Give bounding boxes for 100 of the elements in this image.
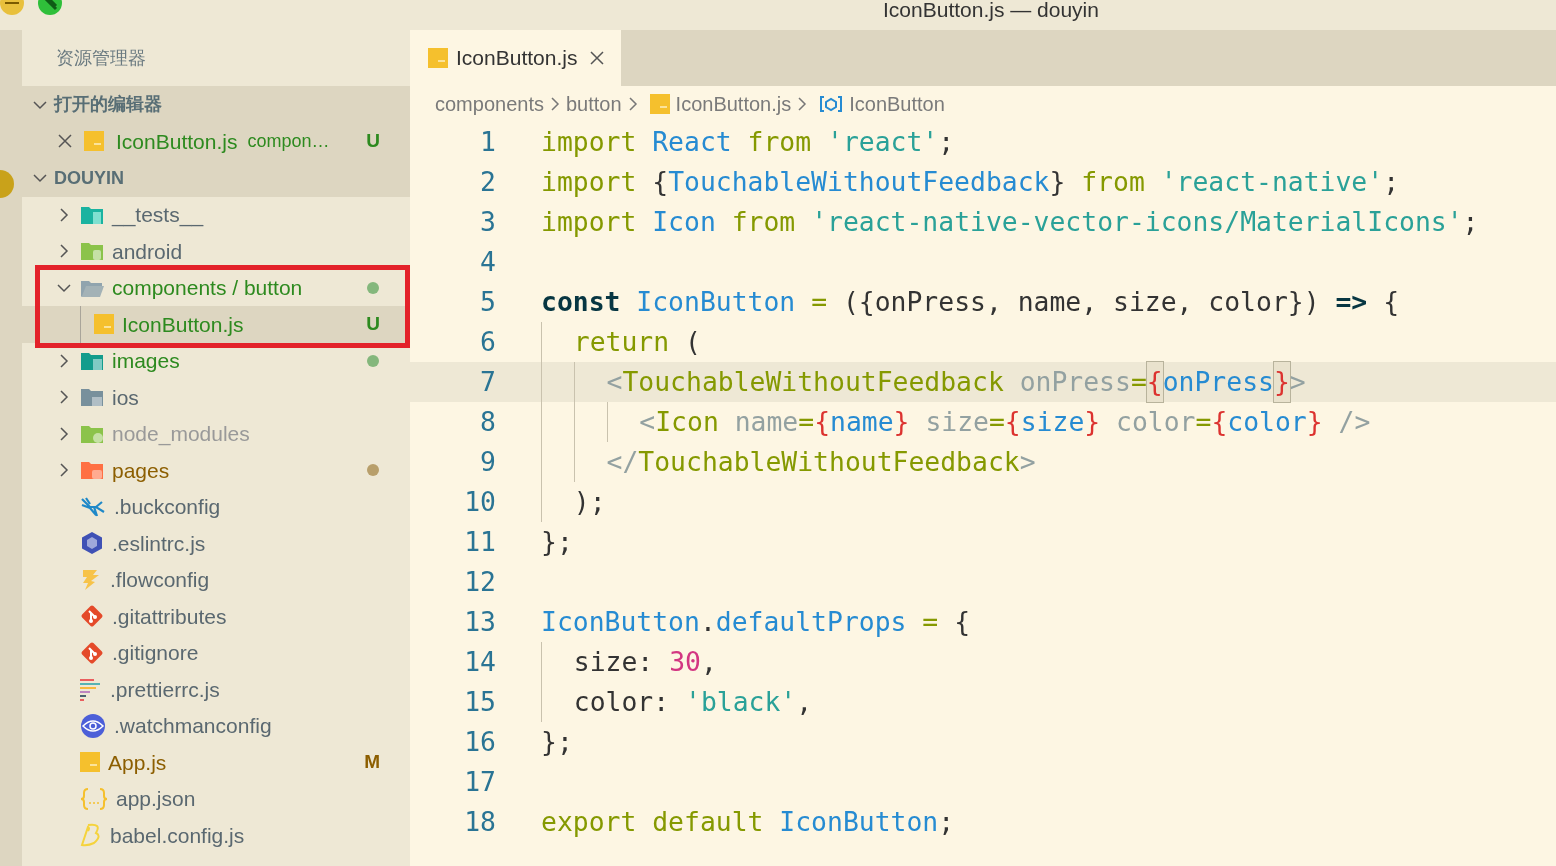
section-header[interactable]: DOUYIN xyxy=(22,159,410,197)
line-number: 15 xyxy=(463,685,496,720)
folder-item[interactable]: components / button xyxy=(22,269,410,306)
line-number: 16 xyxy=(463,725,496,760)
line-number: 1 xyxy=(479,125,496,160)
braces-icon xyxy=(80,786,108,811)
file-name: babel.config.js xyxy=(110,822,245,849)
folder-icon xyxy=(80,240,104,263)
folder-item[interactable]: ios xyxy=(22,379,410,416)
line-number: 4 xyxy=(479,245,496,280)
file-item[interactable]: .gitattributes xyxy=(22,598,410,635)
folder-name: __tests__ xyxy=(112,202,204,229)
folder-item[interactable]: images xyxy=(22,342,410,379)
file-name: app.json xyxy=(116,786,196,812)
code-line: import Icon from 'react-native-vector-icons/MaterialIcons'; xyxy=(540,205,1479,240)
folder-icon xyxy=(80,459,104,482)
file-path: compon… xyxy=(247,129,330,153)
editor-tab[interactable]: IconButton.js xyxy=(410,30,622,86)
line-number: 11 xyxy=(463,525,496,560)
line-number: 7 xyxy=(479,365,496,400)
line-number: 6 xyxy=(479,325,496,360)
code-line: color: 'black', xyxy=(496,682,813,722)
file-name: App.js xyxy=(108,749,167,776)
chevron-icon xyxy=(627,96,638,112)
activity-badge xyxy=(0,170,14,198)
file-name: IconButton.js xyxy=(122,311,244,338)
folder-name: images xyxy=(112,348,180,374)
symbol-icon xyxy=(819,94,844,114)
window-title: IconButton.js — douyin xyxy=(883,0,1099,23)
chevron-icon xyxy=(549,96,560,112)
eye-icon xyxy=(80,712,106,739)
sidebar-title: 资源管理器 xyxy=(55,46,147,70)
file-name: .flowconfig xyxy=(110,567,210,593)
folder-item[interactable]: android xyxy=(22,233,410,270)
file-name: IconButton.js xyxy=(116,128,238,155)
code-line: <TouchableWithoutFeedback onPress={onPress}> xyxy=(496,362,1306,402)
js-file-icon xyxy=(80,752,100,773)
breadcrumb-item[interactable]: button xyxy=(565,89,622,119)
prettier-icon xyxy=(80,677,102,702)
line-number: 3 xyxy=(479,205,496,240)
code-line: <Icon name={name} size={size} color={color} /> xyxy=(496,402,1371,442)
file-item[interactable]: .eslintrc.js xyxy=(22,525,410,562)
folder-name: ios xyxy=(112,384,139,411)
file-item[interactable]: babel.config.js xyxy=(22,817,410,854)
js-file-icon xyxy=(428,48,448,68)
close-icon[interactable] xyxy=(589,50,606,66)
line-number: 13 xyxy=(463,605,496,640)
code-line: import React from 'react'; xyxy=(540,125,955,160)
folder-name: components / button xyxy=(112,275,303,301)
breadcrumb-item[interactable]: components xyxy=(435,89,544,119)
babel-icon xyxy=(80,823,102,848)
hexagon-icon xyxy=(80,531,104,556)
line-number: 2 xyxy=(479,165,496,200)
code-line: size: 30, xyxy=(496,642,717,682)
open-editor-item[interactable]: IconButton.js compon… U xyxy=(22,123,410,160)
js-file-icon xyxy=(84,131,104,152)
line-number: 12 xyxy=(463,565,496,600)
file-name: .prettierrc.js xyxy=(110,676,220,703)
code-line: const IconButton = ({onPress, name, size, color}) => { xyxy=(540,285,1399,320)
js-file-icon xyxy=(649,94,670,114)
chevron-icon xyxy=(797,96,808,112)
code-line: import {TouchableWithoutFeedback} from 'react-native'; xyxy=(540,165,1400,200)
file-item[interactable]: .buckconfig xyxy=(22,488,410,525)
antler-icon xyxy=(80,495,106,518)
git-status: U xyxy=(366,312,380,336)
line-number: 17 xyxy=(463,765,496,800)
file-name: .gitattributes xyxy=(112,603,227,630)
folder-icon xyxy=(80,386,104,409)
file-item[interactable]: App.js M xyxy=(22,744,410,781)
section-header[interactable]: 打开的编辑器 xyxy=(22,86,410,123)
folder-name: pages xyxy=(112,457,170,484)
code-line: </TouchableWithoutFeedback> xyxy=(496,442,1036,482)
code-line: }; xyxy=(540,525,573,560)
code-line: IconButton.defaultProps = { xyxy=(540,605,970,640)
line-number: 14 xyxy=(463,645,496,680)
file-name: .eslintrc.js xyxy=(112,530,206,557)
file-item[interactable]: .flowconfig xyxy=(22,561,410,598)
file-name: .buckconfig xyxy=(114,494,221,520)
file-name: .watchmanconfig xyxy=(114,713,272,739)
line-number: 10 xyxy=(463,485,496,520)
folder-item[interactable]: __tests__ xyxy=(22,196,410,233)
file-item[interactable]: app.json xyxy=(22,780,410,817)
folder-name: android xyxy=(112,238,183,265)
code-line: ); xyxy=(496,482,606,522)
close-icon[interactable] xyxy=(58,134,72,149)
git-status: M xyxy=(364,750,380,774)
file-item[interactable]: .gitignore xyxy=(22,634,410,671)
line-number: 5 xyxy=(479,285,496,320)
line-number: 9 xyxy=(479,445,496,480)
git-status: U xyxy=(366,129,380,153)
breadcrumb-item[interactable]: IconButton xyxy=(849,89,945,119)
folder-item[interactable]: pages xyxy=(22,452,410,489)
file-item[interactable]: .prettierrc.js xyxy=(22,671,410,708)
line-number: 18 xyxy=(463,805,496,840)
code-line: }; xyxy=(540,725,573,760)
file-item[interactable]: .watchmanconfig xyxy=(22,707,410,744)
breadcrumb-item[interactable]: IconButton.js xyxy=(675,89,792,119)
js-file-icon xyxy=(94,314,114,335)
code-line: export default IconButton; xyxy=(540,805,955,840)
file-name: .gitignore xyxy=(112,640,199,666)
